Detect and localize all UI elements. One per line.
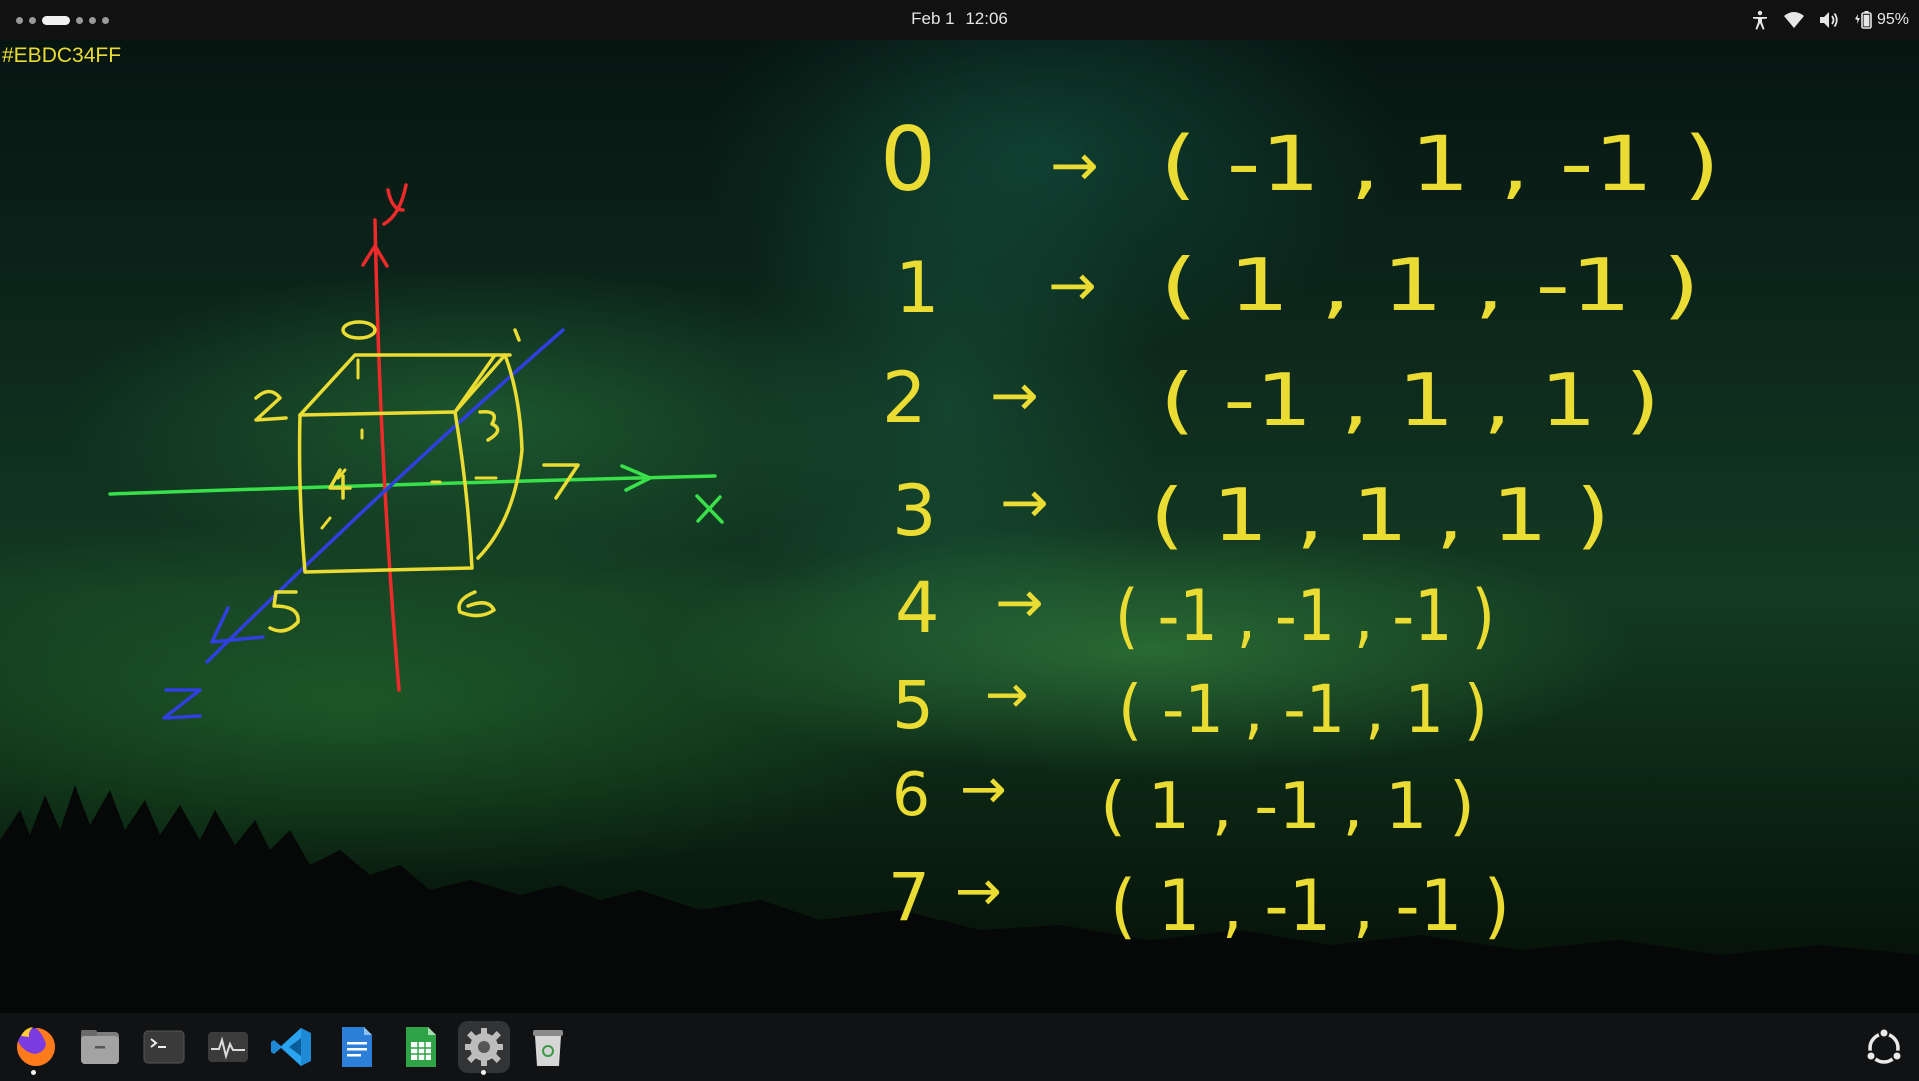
dock-writer[interactable] <box>330 1021 382 1073</box>
mapping-row-3: 3 → ( 1 , 1 , 1 ) <box>892 468 1610 557</box>
mapping-tuple-5: ( -1 , -1 , 1 ) <box>1118 671 1488 748</box>
vertex-label-0 <box>341 320 377 340</box>
terminal-icon <box>143 1030 185 1064</box>
y-axis-label-glyph <box>382 183 408 226</box>
mapping-tuple-3: ( 1 , 1 , 1 ) <box>1150 473 1610 557</box>
mapping-index-3: 3 <box>892 470 937 552</box>
cube-right-face <box>453 353 524 560</box>
mapping-arrow-5: → <box>985 665 1029 725</box>
mapping-row-0: 0 → ( -1 , 1 , -1 ) <box>880 108 1720 211</box>
mapping-arrow-0: → <box>1050 131 1099 199</box>
mapping-arrow-4: → <box>995 568 1044 636</box>
vertex-labels <box>254 320 580 633</box>
mapping-tuple-7: ( 1 , -1 , -1 ) <box>1110 865 1510 947</box>
mapping-index-5: 5 <box>892 667 934 744</box>
mapping-index-2: 2 <box>882 357 927 439</box>
annotation-canvas[interactable]: x 0 → ( -1 , 1 , -1 ) 1 <box>0 0 1919 1081</box>
dock-firefox[interactable] <box>10 1021 62 1075</box>
files-icon <box>81 1030 119 1064</box>
show-apps-icon[interactable] <box>1863 1027 1905 1069</box>
mapping-arrow-7: → <box>955 859 1002 924</box>
mapping-row-5: 5 → ( -1 , -1 , 1 ) <box>892 665 1488 748</box>
mapping-arrow-6: → <box>960 757 1007 822</box>
mapping-row-1: 1 → ( 1 , 1 , -1 ) <box>895 243 1700 329</box>
mapping-arrow-2: → <box>990 361 1039 429</box>
dock-files[interactable] <box>74 1021 126 1073</box>
mapping-row-7: 7 → ( 1 , -1 , -1 ) <box>888 859 1510 947</box>
vscode-icon <box>271 1028 311 1066</box>
vertex-label-6 <box>457 590 496 618</box>
dock-system-monitor[interactable] <box>202 1021 254 1073</box>
x-axis-label-glyph <box>695 494 724 524</box>
mapping-index-4: 4 <box>895 567 940 649</box>
mapping-tuple-6: ( 1 , -1 , 1 ) <box>1100 770 1475 844</box>
z-axis-label-glyph <box>162 688 202 720</box>
trash-icon <box>533 1030 563 1066</box>
x-axis-line <box>108 474 717 496</box>
x-axis <box>108 464 724 524</box>
running-indicator <box>31 1070 36 1075</box>
y-axis <box>361 183 408 692</box>
dock-terminal[interactable] <box>138 1021 190 1073</box>
mapping-index-1: 1 <box>895 247 940 329</box>
mapping-tuple-0: ( -1 , 1 , -1 ) <box>1160 119 1720 208</box>
vertex-mapping: 0 → ( -1 , 1 , -1 ) 1 → ( 1 , 1 , -1 ) 2… <box>880 108 1720 947</box>
mapping-index-0: 0 <box>880 108 936 211</box>
mapping-arrow-1: → <box>1048 251 1097 319</box>
cube-hidden-edges <box>320 358 498 530</box>
dock-settings[interactable] <box>458 1021 510 1075</box>
dock-calc[interactable] <box>394 1021 446 1073</box>
settings-icon <box>465 1028 503 1066</box>
calc-icon <box>406 1027 436 1067</box>
system-monitor-icon <box>208 1032 248 1062</box>
running-indicator <box>481 1070 486 1075</box>
mapping-tuple-4: ( -1 , -1 , -1 ) <box>1115 575 1495 657</box>
mapping-index-7: 7 <box>888 859 930 936</box>
dock-trash[interactable] <box>522 1021 574 1073</box>
mapping-tuple-1: ( 1 , 1 , -1 ) <box>1160 243 1700 327</box>
mapping-index-6: 6 <box>892 760 930 830</box>
vertex-label-1 <box>513 328 521 342</box>
mapping-row-6: 6 → ( 1 , -1 , 1 ) <box>892 757 1475 844</box>
dock-vscode[interactable] <box>266 1021 318 1073</box>
mapping-row-4: 4 → ( -1 , -1 , -1 ) <box>895 567 1495 657</box>
dock <box>0 1013 1919 1081</box>
writer-icon <box>342 1027 372 1067</box>
mapping-tuple-2: ( -1 , 1 , 1 ) <box>1160 358 1660 442</box>
y-axis-line <box>373 218 401 692</box>
vertex-label-5 <box>268 590 300 633</box>
mapping-arrow-3: → <box>1000 468 1049 536</box>
firefox-icon <box>17 1027 56 1066</box>
vertex-label-2 <box>254 389 288 422</box>
vertex-label-3 <box>478 410 500 442</box>
mapping-row-2: 2 → ( -1 , 1 , 1 ) <box>882 357 1660 442</box>
